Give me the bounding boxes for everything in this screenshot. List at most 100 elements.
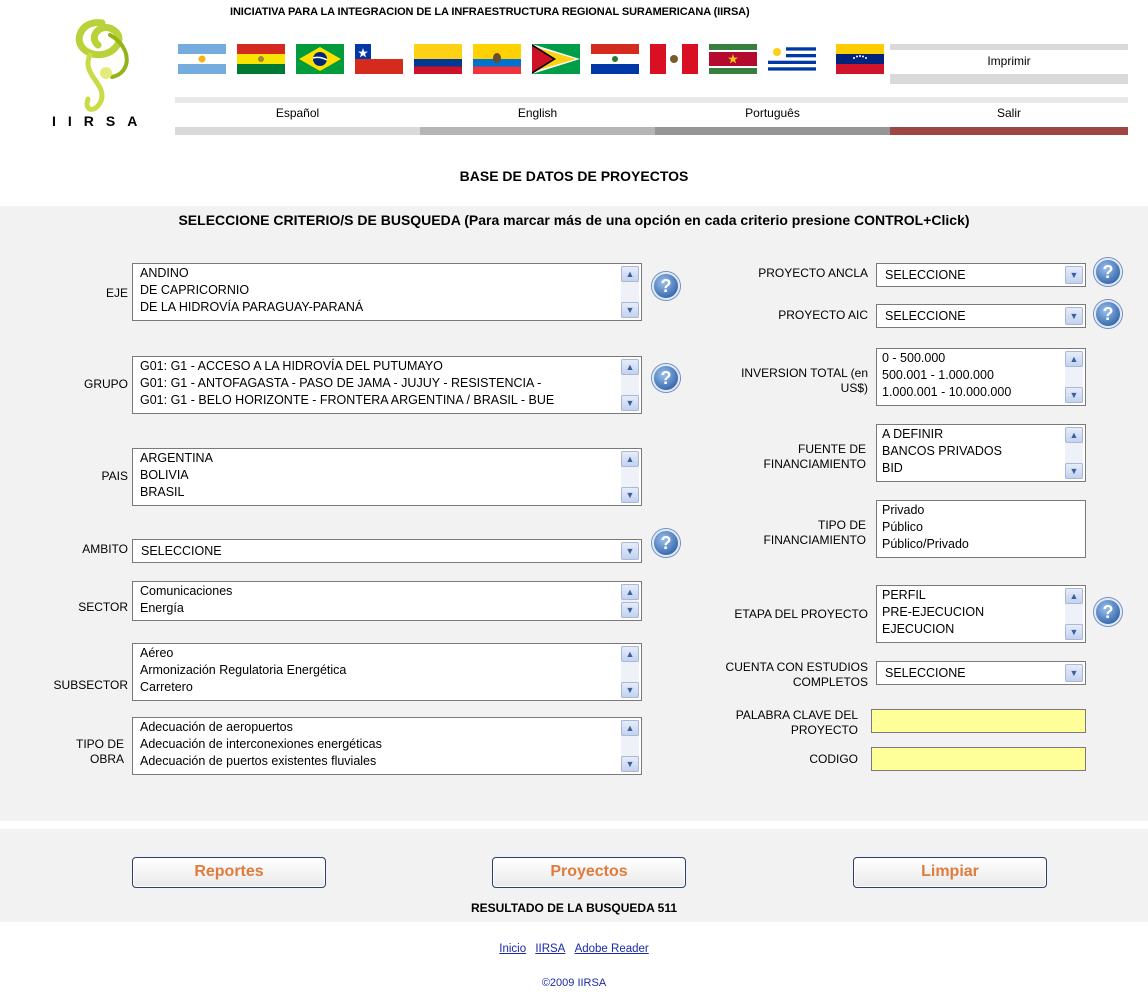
help-icon[interactable]: ? — [1094, 300, 1122, 328]
list-item[interactable]: A DEFINIR — [882, 426, 1085, 443]
subsector-listbox[interactable]: Aéreo Armonización Regulatoria Energétic… — [132, 643, 642, 701]
list-item[interactable]: BID — [882, 460, 1085, 477]
list-item[interactable]: 0 - 500.000 — [882, 350, 1085, 367]
scroll-down-icon[interactable]: ▼ — [621, 756, 639, 772]
list-item[interactable]: BOLIVIA — [140, 467, 641, 484]
list-item[interactable]: ANDINO — [140, 265, 641, 282]
list-item[interactable]: Adecuación de interconexiones energética… — [140, 736, 641, 753]
guyana-flag[interactable] — [532, 44, 580, 74]
list-item[interactable]: Adecuación de aeropuertos — [140, 719, 641, 736]
scroll-down-icon[interactable]: ▼ — [621, 682, 639, 698]
list-item[interactable]: 1.000.001 - 10.000.000 — [882, 384, 1085, 401]
scrollbar[interactable]: ▲ ▼ — [1065, 351, 1083, 403]
scrollbar[interactable]: ▲ ▼ — [1065, 427, 1083, 479]
list-item[interactable]: BANCOS PRIVADOS — [882, 443, 1085, 460]
colombia-flag[interactable] — [414, 44, 462, 74]
tipo-financiamiento-listbox[interactable]: Privado Público Público/Privado — [876, 500, 1086, 558]
list-item[interactable]: Privado — [882, 502, 1085, 519]
scrollbar[interactable]: ▲ ▼ — [1065, 588, 1083, 640]
grupo-listbox[interactable]: G01: G1 - ACCESO A LA HIDROVÍA DEL PUTUM… — [132, 356, 642, 414]
lang-english[interactable]: English — [420, 97, 655, 137]
estudios-select[interactable]: SELECCIONE ▼ — [876, 661, 1086, 685]
help-icon[interactable]: ? — [652, 364, 680, 392]
chevron-down-icon[interactable]: ▼ — [621, 542, 639, 560]
chevron-down-icon[interactable]: ▼ — [1065, 266, 1083, 284]
scroll-down-icon[interactable]: ▼ — [621, 602, 639, 618]
print-button[interactable]: Imprimir — [890, 44, 1128, 86]
bolivia-flag[interactable] — [237, 44, 285, 74]
iirsa-link[interactable]: IIRSA — [535, 943, 565, 955]
list-item[interactable]: 500.001 - 1.000.000 — [882, 367, 1085, 384]
palabra-clave-input[interactable] — [871, 709, 1086, 733]
list-item[interactable]: ARGENTINA — [140, 450, 641, 467]
scroll-up-icon[interactable]: ▲ — [621, 266, 639, 282]
list-item[interactable]: Carretero — [140, 679, 641, 696]
scroll-up-icon[interactable]: ▲ — [621, 720, 639, 736]
proyecto-ancla-select[interactable]: SELECCIONE ▼ — [876, 263, 1086, 287]
argentina-flag[interactable] — [178, 44, 226, 74]
lang-espanol[interactable]: Español — [175, 97, 420, 137]
help-icon[interactable]: ? — [652, 272, 680, 300]
list-item[interactable]: G01: G1 - ANTOFAGASTA - PASO DE JAMA - J… — [140, 375, 641, 392]
list-item[interactable]: BRASIL — [140, 484, 641, 501]
list-item[interactable]: DE CAPRICORNIO — [140, 282, 641, 299]
lang-portugues[interactable]: Português — [655, 97, 890, 137]
peru-flag[interactable] — [650, 44, 698, 74]
suriname-flag[interactable] — [709, 44, 757, 74]
eje-listbox[interactable]: ANDINO DE CAPRICORNIO DE LA HIDROVÍA PAR… — [132, 263, 642, 321]
scrollbar[interactable]: ▲ ▼ — [621, 451, 639, 503]
inicio-link[interactable]: Inicio — [499, 943, 526, 955]
scrollbar[interactable]: ▲ ▼ — [621, 646, 639, 698]
scroll-up-icon[interactable]: ▲ — [1065, 588, 1083, 604]
codigo-input[interactable] — [871, 747, 1086, 771]
scroll-down-icon[interactable]: ▼ — [1065, 387, 1083, 403]
reportes-button[interactable]: Reportes — [132, 857, 326, 888]
scroll-up-icon[interactable]: ▲ — [621, 359, 639, 375]
sector-listbox[interactable]: Comunicaciones Energía ▲ ▼ — [132, 581, 642, 621]
fuente-listbox[interactable]: A DEFINIR BANCOS PRIVADOS BID ▲ ▼ — [876, 424, 1086, 482]
chevron-down-icon[interactable]: ▼ — [1065, 664, 1083, 682]
uruguay-flag[interactable] — [768, 44, 816, 74]
chevron-down-icon[interactable]: ▼ — [1065, 307, 1083, 325]
scroll-up-icon[interactable]: ▲ — [1065, 427, 1083, 443]
scroll-up-icon[interactable]: ▲ — [621, 584, 639, 600]
adobe-reader-link[interactable]: Adobe Reader — [575, 943, 649, 955]
list-item[interactable]: Aéreo — [140, 645, 641, 662]
inversion-listbox[interactable]: 0 - 500.000 500.001 - 1.000.000 1.000.00… — [876, 348, 1086, 406]
paraguay-flag[interactable] — [591, 44, 639, 74]
salir-link[interactable]: Salir — [890, 97, 1128, 137]
list-item[interactable]: Adecuación de puertos existentes fluvial… — [140, 753, 641, 770]
help-icon[interactable]: ? — [1094, 598, 1122, 626]
help-icon[interactable]: ? — [1094, 258, 1122, 286]
list-item[interactable]: Público/Privado — [882, 536, 1085, 553]
help-icon[interactable]: ? — [652, 529, 680, 557]
list-item[interactable]: PERFIL — [882, 587, 1085, 604]
scrollbar[interactable]: ▲ ▼ — [621, 359, 639, 411]
scroll-up-icon[interactable]: ▲ — [621, 451, 639, 467]
list-item[interactable]: Público — [882, 519, 1085, 536]
tipo-obra-listbox[interactable]: Adecuación de aeropuertos Adecuación de … — [132, 717, 642, 775]
list-item[interactable]: Comunicaciones — [140, 583, 641, 600]
scrollbar[interactable]: ▲ ▼ — [621, 720, 639, 772]
scrollbar[interactable]: ▲ ▼ — [621, 266, 639, 318]
list-item[interactable]: EJECUCION — [882, 621, 1085, 638]
proyecto-aic-select[interactable]: SELECCIONE ▼ — [876, 304, 1086, 328]
brazil-flag[interactable] — [296, 44, 344, 74]
list-item[interactable]: PRE-EJECUCION — [882, 604, 1085, 621]
scroll-down-icon[interactable]: ▼ — [621, 302, 639, 318]
scroll-up-icon[interactable]: ▲ — [621, 646, 639, 662]
list-item[interactable]: Energía — [140, 600, 641, 617]
venezuela-flag[interactable] — [836, 44, 884, 74]
scroll-down-icon[interactable]: ▼ — [621, 487, 639, 503]
proyectos-button[interactable]: Proyectos — [492, 857, 686, 888]
list-item[interactable]: Armonización Regulatoria Energética — [140, 662, 641, 679]
scroll-up-icon[interactable]: ▲ — [1065, 351, 1083, 367]
scrollbar[interactable]: ▲ ▼ — [621, 584, 639, 618]
scroll-down-icon[interactable]: ▼ — [621, 395, 639, 411]
ambito-select[interactable]: SELECCIONE ▼ — [132, 539, 642, 563]
pais-listbox[interactable]: ARGENTINA BOLIVIA BRASIL ▲ ▼ — [132, 448, 642, 506]
chile-flag[interactable] — [355, 44, 403, 74]
limpiar-button[interactable]: Limpiar — [853, 857, 1047, 888]
scroll-down-icon[interactable]: ▼ — [1065, 624, 1083, 640]
ecuador-flag[interactable] — [473, 44, 521, 74]
